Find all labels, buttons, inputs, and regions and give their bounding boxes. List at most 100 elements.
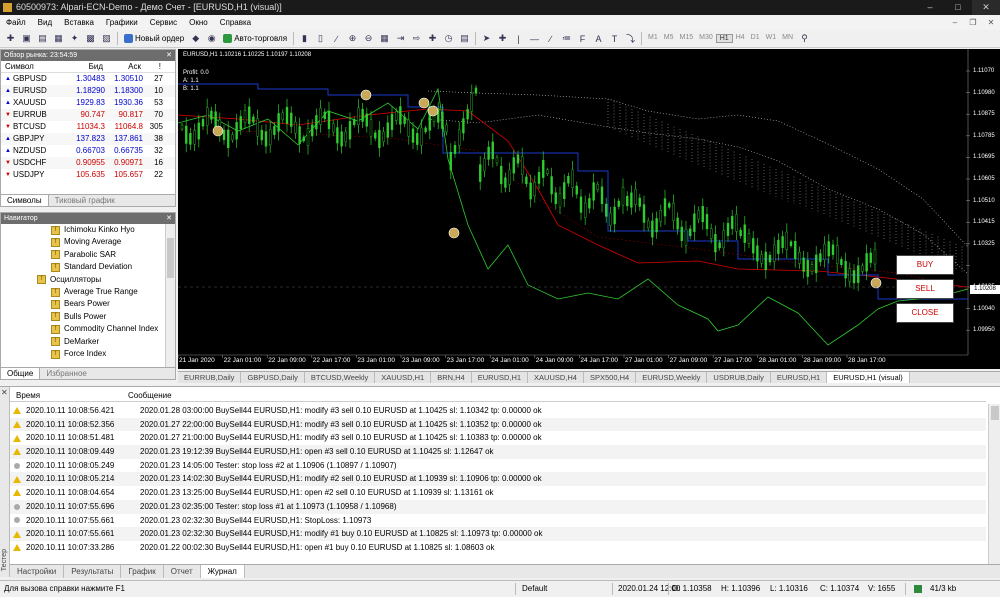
navigator-item[interactable]: f Bears Power [1,298,165,310]
journal-col-message[interactable]: Сообщение [122,390,172,401]
timeframe-m30[interactable]: M30 [696,34,716,43]
minimize-button[interactable]: – [916,0,944,15]
chart-tab[interactable]: EURUSD,H1 [472,372,529,383]
chart-tab[interactable]: XAUUSD,H1 [375,372,432,383]
chart-tab[interactable]: EURUSD,H1 (visual) [827,372,910,383]
zoom-in-icon[interactable]: ⊕ [345,32,360,46]
navigator-item[interactable]: f Moving Average [1,236,165,248]
navigator-item[interactable]: f Commodity Channel Index [1,323,165,335]
market-watch-row[interactable]: ▼ USDJPY 105.635 105.657 22 [1,169,175,181]
menu-item[interactable]: Справка [214,18,257,27]
menu-item[interactable]: Графики [100,18,144,27]
arrows-tool-icon[interactable]: ⤵ [623,32,638,46]
timeframe-m1[interactable]: M1 [645,34,661,43]
market-icon[interactable]: ◉ [204,32,219,46]
journal-row[interactable]: 2020.10.11 10:08:05.249 2020.01.23 14:05:… [10,459,986,473]
new-chart-icon[interactable]: ✚ [3,32,18,46]
market-watch-icon[interactable]: ▤ [35,32,50,46]
navigator-item[interactable]: f Осцилляторы [1,274,165,286]
mdi-close-icon[interactable]: ✕ [982,18,1000,27]
journal-row[interactable]: 2020.10.11 10:07:55.661 2020.01.23 02:32:… [10,527,986,541]
navigator-item[interactable]: f Bulls Power [1,311,165,323]
close-window-button[interactable]: ✕ [972,0,1000,15]
navigator-icon[interactable]: ✦ [67,32,82,46]
menu-item[interactable]: Файл [0,18,32,27]
navigator-item[interactable]: f DeMarker [1,336,165,348]
menu-item[interactable]: Вставка [58,18,100,27]
market-watch-col[interactable]: Символ [1,61,69,72]
autoscroll-icon[interactable]: ⇨ [409,32,424,46]
journal-row[interactable]: 2020.10.11 10:08:51.481 2020.01.27 21:00:… [10,431,986,445]
market-watch-row[interactable]: ▲ GBPUSD 1.30483 1.30510 27 [1,73,175,85]
data-window-icon[interactable]: ▦ [51,32,66,46]
chart-tab[interactable]: BRN,H4 [431,372,472,383]
journal-row[interactable]: 2020.10.11 10:08:09.449 2020.01.23 19:12:… [10,445,986,459]
label-tool-icon[interactable]: T [607,32,622,46]
market-watch-col[interactable]: Бид [69,61,105,72]
chart-tab[interactable]: USDRUB,Daily [707,372,771,383]
cursor-icon[interactable]: ➤ [479,32,494,46]
navigator-item[interactable]: f Average True Range [1,286,165,298]
templates-icon[interactable]: ▤ [457,32,472,46]
close-navigator-icon[interactable]: ✕ [166,213,172,224]
autotrading-button[interactable]: Авто-торговля [220,32,290,46]
period-search-icon[interactable]: ⚲ [797,32,812,46]
tester-icon[interactable]: ▧ [99,32,114,46]
bar-chart-icon[interactable]: ▮ [297,32,312,46]
market-watch-tab[interactable]: Символы [1,195,49,206]
tester-tab[interactable]: Журнал [200,565,245,578]
journal-row[interactable]: 2020.10.11 10:08:05.214 2020.01.23 14:02:… [10,472,986,487]
market-watch-row[interactable]: ▲ XAUUSD 1929.83 1930.36 53 [1,97,175,109]
profiles-icon[interactable]: ▣ [19,32,34,46]
navigator-tab[interactable]: Избранное [40,368,93,379]
close-tester-icon[interactable]: ✕ [1,388,8,397]
periods-icon[interactable]: ◷ [441,32,456,46]
navigator-item[interactable]: f Ichimoku Kinko Hyo [1,224,165,236]
market-watch-col[interactable]: Аск [105,61,143,72]
menu-item[interactable]: Окно [183,18,214,27]
tester-tab[interactable]: Настройки [10,565,65,578]
market-watch-row[interactable]: ▼ USDCHF 0.90955 0.90971 16 [1,157,175,169]
journal-row[interactable]: 2020.10.11 10:08:56.421 2020.01.28 03:00:… [10,404,986,418]
crosshair-icon[interactable]: ✚ [495,32,510,46]
chart-tab[interactable]: XAUUSD,H4 [528,372,584,383]
chart-tab[interactable]: GBPUSD,Daily [241,372,305,383]
journal-row[interactable]: 2020.10.11 10:07:55.696 2020.01.23 02:35:… [10,499,986,514]
navigator-item[interactable]: f Parabolic SAR [1,249,165,261]
navigator-item[interactable]: f Standard Deviation [1,261,165,273]
market-watch-row[interactable]: ▲ GBPJPY 137.823 137.861 38 [1,133,175,145]
mdi-minimize-icon[interactable]: – [946,18,964,27]
text-tool-icon[interactable]: A [591,32,606,46]
chart-tab[interactable]: EURRUB,Daily [178,372,242,383]
timeframe-w1[interactable]: W1 [763,34,780,43]
timeframe-h1[interactable]: H1 [715,34,733,43]
price-chart[interactable]: EURUSD,H1 1.10216 1.10225 1.10197 1.1020… [178,49,1000,369]
new-order-button[interactable]: Новый ордер [121,32,187,46]
market-watch-row[interactable]: ▲ EURUSD 1.18290 1.18300 10 [1,85,175,97]
trendline-icon[interactable]: ∕ [543,32,558,46]
fibonacci-icon[interactable]: F [575,32,590,46]
chart-tab[interactable]: EURUSD,Weekly [636,372,708,383]
close-button[interactable]: CLOSE [896,303,954,323]
chart-tab[interactable]: SPX500,H4 [584,372,637,383]
chart-shift-icon[interactable]: ⇥ [393,32,408,46]
market-watch-row[interactable]: ▼ BTCUSD 11034.3 11064.8 305 [1,121,175,133]
buy-button[interactable]: BUY [896,255,954,275]
tile-windows-icon[interactable]: ▦ [377,32,392,46]
tester-tab[interactable]: График [121,565,164,578]
menu-item[interactable]: Сервис [144,18,183,27]
terminal-icon[interactable]: ▩ [83,32,98,46]
journal-scrollbar[interactable] [988,404,1000,564]
timeframe-d1[interactable]: D1 [748,34,763,43]
navigator-scrollbar[interactable] [165,224,175,368]
timeframe-mn[interactable]: MN [779,34,796,43]
timeframe-h4[interactable]: H4 [733,34,748,43]
metaeditor-icon[interactable]: ◆ [188,32,203,46]
timeframe-m5[interactable]: M5 [661,34,677,43]
menu-item[interactable]: Вид [32,18,58,27]
tester-tab[interactable]: Отчет [164,565,201,578]
horizontal-line-icon[interactable]: — [527,32,542,46]
channel-icon[interactable]: ≔ [559,32,574,46]
vertical-line-icon[interactable]: | [511,32,526,46]
journal-row[interactable]: 2020.10.11 10:08:04.654 2020.01.23 13:25:… [10,486,986,500]
